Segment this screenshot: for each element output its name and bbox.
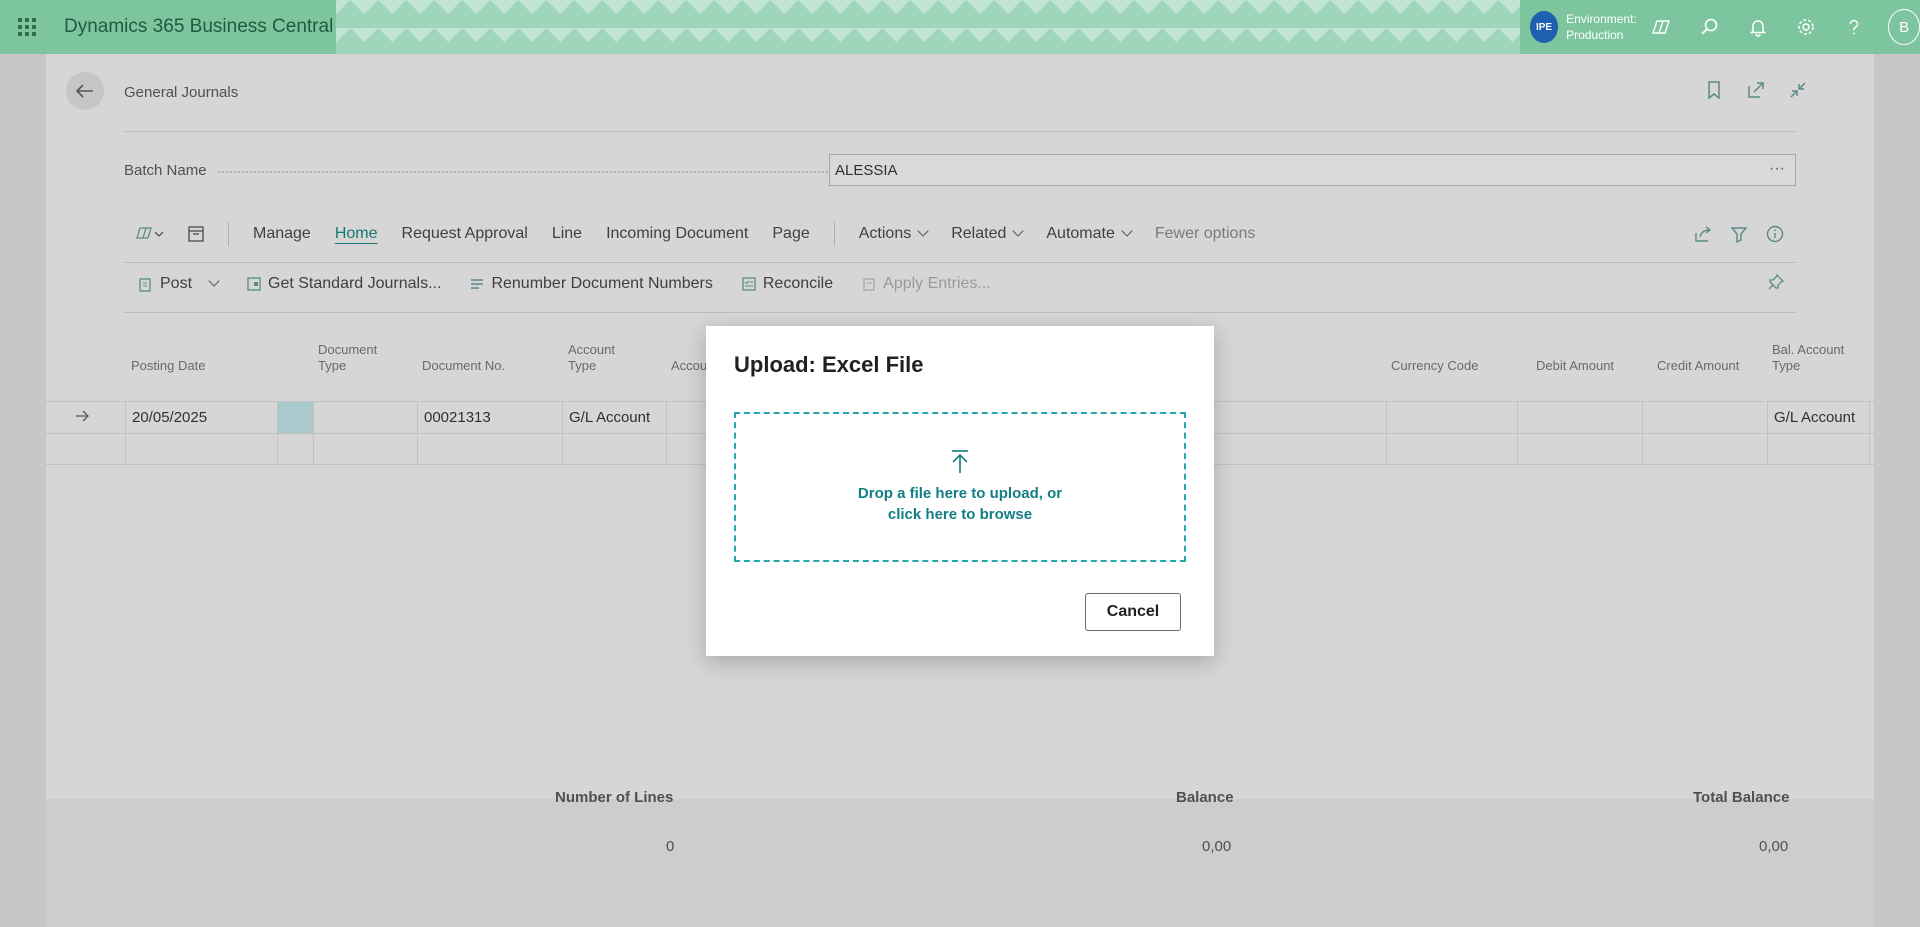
app-launcher-icon[interactable] xyxy=(0,0,54,54)
copilot-icon[interactable] xyxy=(1637,0,1685,54)
environment-label: Environment: xyxy=(1566,12,1637,26)
upload-excel-dialog: Upload: Excel File Drop a file here to u… xyxy=(706,326,1214,656)
upload-arrow-icon xyxy=(952,450,968,473)
help-icon[interactable] xyxy=(1830,0,1878,54)
dialog-title: Upload: Excel File xyxy=(734,352,924,377)
search-icon[interactable] xyxy=(1685,0,1733,54)
app-bar: Dynamics 365 Business Central IPE Enviro… xyxy=(0,0,1920,54)
drop-zone-text: Drop a file here to upload, or click her… xyxy=(857,485,1063,523)
app-bar-actions: IPE Environment: Production B xyxy=(1520,0,1920,54)
file-drop-zone[interactable]: Drop a file here to upload, or click her… xyxy=(734,412,1186,562)
app-title[interactable]: Dynamics 365 Business Central xyxy=(54,16,336,38)
settings-gear-icon[interactable] xyxy=(1782,0,1830,54)
user-avatar[interactable]: B xyxy=(1888,9,1920,45)
cancel-button[interactable]: Cancel xyxy=(1085,593,1181,631)
environment-name: Production xyxy=(1566,28,1624,42)
header-pattern xyxy=(336,0,1520,54)
environment-badge[interactable]: IPE xyxy=(1530,11,1559,43)
environment-info[interactable]: Environment: Production xyxy=(1566,11,1637,43)
notifications-bell-icon[interactable] xyxy=(1733,0,1781,54)
